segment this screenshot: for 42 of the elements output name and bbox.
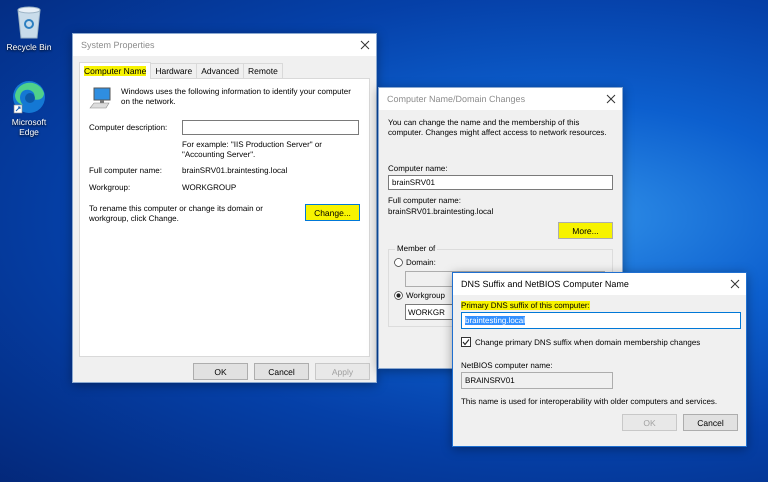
description-field[interactable] [182,120,359,135]
intro-text: Windows uses the following information to identify your computer on the network. [121,87,352,107]
field-label: Primary DNS suffix of this computer: [461,301,590,310]
radio-option[interactable]: Domain: [394,258,436,267]
example-text: For example: "IIS Production Server" or "Accounting Server". [182,140,323,160]
desktop-icon-label[interactable]: Recycle Bin [1,42,57,53]
full-computer-name: brainSRV01.braintesting.local [388,207,494,216]
tab[interactable]: Computer Name [79,62,152,79]
change-button[interactable]: Change... [305,204,360,221]
window-title: System Properties [81,40,155,50]
window-title: Computer Name/Domain Changes [387,94,526,104]
field-label: Full computer name: [388,196,462,205]
netbios-name-field: BRAINSRV01 [461,372,613,389]
checkbox-option[interactable]: Change primary DNS suffix when domain membership changes [461,337,738,347]
dialog-button[interactable]: Cancel [254,363,309,380]
dialog-button[interactable]: OK [193,363,248,380]
note-text: This name is used for interoperability with older computers and services. [461,397,718,406]
checkbox[interactable] [461,337,471,347]
desktop-icon-label[interactable]: Microsoft Edge [1,116,57,138]
dialog-button[interactable]: Cancel [683,414,738,431]
field-label: NetBIOS computer name: [461,361,554,370]
computer-icon [89,87,113,109]
field-label: Computer description: [89,123,168,132]
radio-option[interactable]: Workgroup [394,291,445,300]
close-icon[interactable] [730,279,740,289]
close-icon[interactable] [360,40,370,50]
window-title: DNS Suffix and NetBIOS Computer Name [461,279,629,289]
field-label: Workgroup: [89,183,132,192]
browser-icon[interactable] [11,78,47,115]
full-computer-name: brainSRV01.braintesting.local [182,166,288,175]
field-label: Computer name: [388,164,449,173]
group-legend: Member of [395,244,438,253]
radio-button-icon[interactable] [394,258,403,267]
field-label: Full computer name: [89,166,163,175]
rename-text: To rename this computer or change its domain or workgroup, click Change. [89,204,264,224]
tab[interactable]: Remote [243,63,283,78]
more-button[interactable]: More... [558,222,613,239]
close-icon[interactable] [606,94,616,104]
workgroup-name: WORKGROUP [182,183,236,192]
radio-button-icon[interactable] [394,291,403,300]
intro-text: You can change the name and the membership of this computer. Changes might affect access to network resources. [388,118,608,138]
computer-name-field[interactable]: brainSRV01 [388,175,613,190]
